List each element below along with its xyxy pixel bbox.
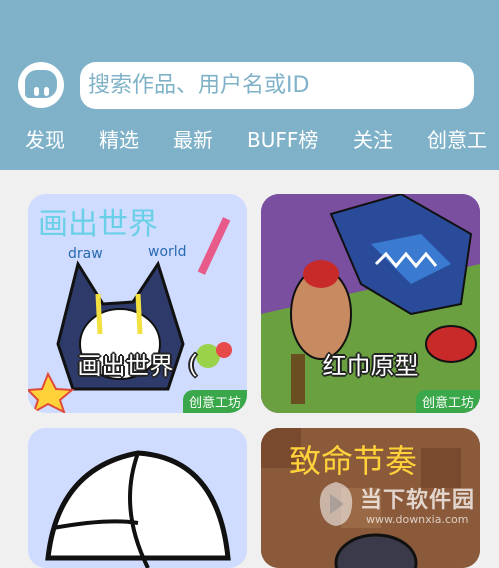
artwork-thumbnail: 致命节奏 [261,428,480,568]
art-draw-text: draw [68,246,103,262]
artwork-thumbnail [28,428,247,568]
artwork-card[interactable] [28,428,247,568]
tab-featured[interactable]: 精选 [99,124,139,153]
creative-workshop-badge: 创意工坊 [182,390,247,413]
art-world-text: world [148,244,187,260]
artwork-card[interactable]: 画出世界 draw world 画出世界（ 创意工坊 [28,194,247,413]
creative-workshop-badge: 创意工坊 [415,390,480,413]
app-logo-icon[interactable] [18,62,64,108]
top-header: 发现 精选 最新 BUFF榜 关注 创意工 [0,0,499,170]
tab-following[interactable]: 关注 [353,124,393,153]
search-bar[interactable] [80,62,474,109]
tab-latest[interactable]: 最新 [173,124,213,153]
artwork-card[interactable]: 红巾原型 创意工坊 [261,194,480,413]
art-title-text: 画出世界 [38,207,158,242]
art-title-text: 致命节奏 [289,442,417,480]
tab-creative-workshop[interactable]: 创意工 [427,124,487,153]
tab-discover[interactable]: 发现 [25,124,65,153]
card-title: 画出世界（ [77,352,198,380]
artwork-card[interactable]: 致命节奏 [261,428,480,568]
tab-buff-ranking[interactable]: BUFF榜 [247,124,318,153]
search-input[interactable] [88,73,468,98]
card-title: 红巾原型 [322,352,419,380]
category-tabs: 发现 精选 最新 BUFF榜 关注 创意工 [0,118,499,158]
